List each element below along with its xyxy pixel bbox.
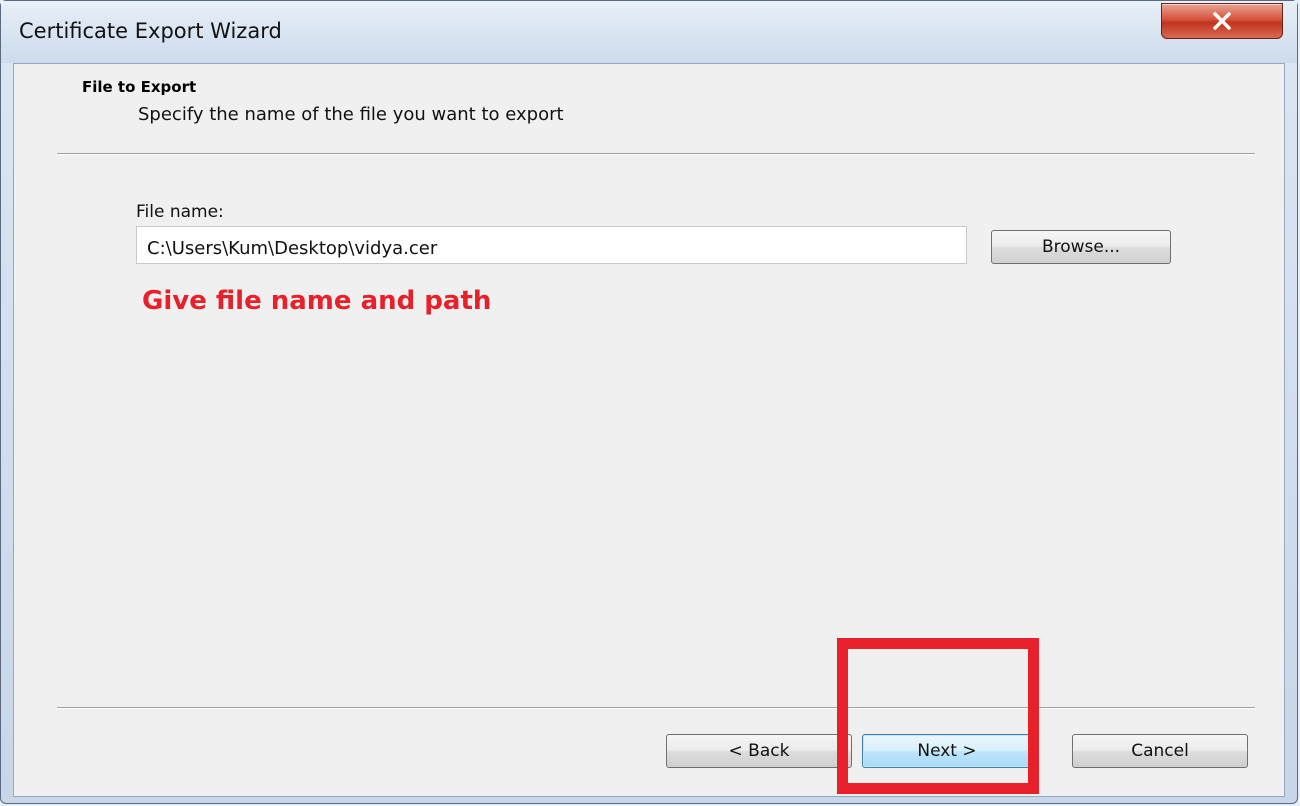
footer-divider	[57, 707, 1255, 709]
wizard-content: File to Export Specify the name of the f…	[13, 63, 1285, 797]
window-title: Certificate Export Wizard	[19, 19, 282, 43]
title-bar[interactable]: Certificate Export Wizard	[1, 1, 1297, 63]
cancel-button[interactable]: Cancel	[1072, 734, 1248, 768]
browse-button[interactable]: Browse...	[991, 230, 1171, 264]
page-subtitle: Specify the name of the file you want to…	[138, 104, 564, 125]
next-highlight-box	[837, 638, 1039, 794]
close-icon	[1212, 12, 1232, 30]
file-name-input[interactable]	[136, 226, 967, 264]
instruction-annotation: Give file name and path	[142, 286, 492, 316]
wizard-window: Certificate Export Wizard File to Export…	[0, 0, 1298, 804]
page-title: File to Export	[82, 78, 197, 96]
header-divider	[57, 153, 1255, 155]
back-button[interactable]: < Back	[666, 734, 852, 768]
file-name-label: File name:	[136, 202, 224, 222]
close-button[interactable]	[1161, 3, 1283, 39]
